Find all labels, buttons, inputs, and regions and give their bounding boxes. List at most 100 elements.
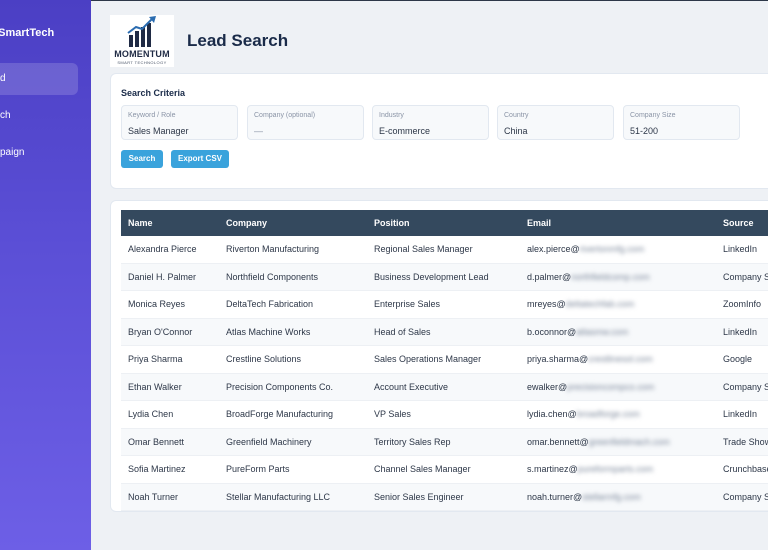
- cell-source: LinkedIn: [716, 318, 768, 346]
- cell-name: Lydia Chen: [121, 400, 219, 429]
- cell-company: BroadForge Manufacturing: [219, 400, 367, 429]
- cell-position: VP Sales: [367, 400, 520, 429]
- cell-name: Bryan O'Connor: [121, 318, 219, 346]
- email-user: omar.bennett@: [527, 436, 589, 447]
- sidebar-item-dashboard[interactable]: d: [0, 63, 78, 95]
- company-logo: MOMENTUM SMART TECHNOLOGY: [110, 15, 174, 67]
- cell-source: Trade Show: [716, 428, 768, 456]
- field-label: Keyword / Role: [128, 112, 176, 119]
- sidebar-item-lead-search[interactable]: ch: [0, 100, 78, 132]
- table-row[interactable]: Sofia Martinez PureForm Parts Channel Sale…: [121, 455, 768, 484]
- top-border: [91, 0, 768, 1]
- cell-position: Regional Sales Manager: [367, 236, 520, 264]
- cell-position: Senior Sales Engineer: [367, 483, 520, 511]
- cell-source: ZoomInfo: [716, 290, 768, 319]
- cell-name: Noah Turner: [121, 483, 219, 511]
- logo-wordmark: MOMENTUM: [114, 49, 170, 59]
- cell-name: Ethan Walker: [121, 373, 219, 401]
- logo-tagline: SMART TECHNOLOGY: [117, 60, 167, 65]
- search-criteria-title: Search Criteria: [121, 88, 186, 98]
- cell-company: Stellar Manufacturing LLC: [219, 483, 367, 511]
- cell-email: lydia.chen@broadforge.com: [520, 400, 716, 429]
- table-row[interactable]: Daniel H. Palmer Northfield Components Bus…: [121, 263, 768, 291]
- cell-source: LinkedIn: [716, 400, 768, 429]
- cell-source: Crunchbase: [716, 455, 768, 484]
- cell-position: Enterprise Sales: [367, 290, 520, 319]
- leads-table: Name Company Position Email Source Alexa…: [121, 210, 768, 511]
- column-header-position[interactable]: Position: [367, 210, 520, 236]
- cell-source: Company S: [716, 263, 768, 291]
- main-content: MOMENTUM SMART TECHNOLOGY Lead Search Se…: [91, 0, 768, 550]
- cell-company: Northfield Components: [219, 263, 367, 291]
- field-value: —: [254, 126, 263, 136]
- cell-name: Priya Sharma: [121, 345, 219, 374]
- cell-email: s.martinez@pureformparts.com: [520, 455, 716, 484]
- email-user: alex.pierce@: [527, 244, 580, 255]
- column-header-name[interactable]: Name: [121, 210, 219, 236]
- cell-email: mreyes@deltatechfab.com: [520, 290, 716, 319]
- cell-company: Riverton Manufacturing: [219, 236, 367, 264]
- email-user: s.martinez@: [527, 464, 578, 475]
- column-header-email[interactable]: Email: [520, 210, 716, 236]
- search-criteria-card: Search Criteria Keyword / Role Sales Man…: [110, 73, 768, 189]
- email-domain-blurred: greenfieldmach.com: [588, 436, 670, 447]
- email-domain-blurred: pureformparts.com: [577, 464, 654, 475]
- email-domain-blurred: northfieldcomp.com: [571, 271, 650, 282]
- results-card: Name Company Position Email Source Alexa…: [110, 200, 768, 512]
- email-domain-blurred: broadforge.com: [576, 409, 640, 420]
- cell-email: d.palmer@northfieldcomp.com: [520, 263, 716, 291]
- field-label: Country: [504, 112, 529, 119]
- cell-name: Daniel H. Palmer: [121, 263, 219, 291]
- cell-name: Omar Bennett: [121, 428, 219, 456]
- table-row[interactable]: Omar Bennett Greenfield Machinery Territor…: [121, 428, 768, 456]
- field-label: Industry: [379, 112, 404, 119]
- cell-source: Company S: [716, 483, 768, 511]
- keyword-role-field[interactable]: Keyword / Role Sales Manager: [121, 105, 238, 140]
- column-header-company[interactable]: Company: [219, 210, 367, 236]
- cell-company: PureForm Parts: [219, 455, 367, 484]
- cell-email: ewalker@precisioncompco.com: [520, 373, 716, 401]
- cell-position: Sales Operations Manager: [367, 345, 520, 374]
- cell-company: Crestline Solutions: [219, 345, 367, 374]
- table-row[interactable]: Bryan O'Connor Atlas Machine Works Head of…: [121, 318, 768, 346]
- cell-source: LinkedIn: [716, 236, 768, 264]
- email-domain-blurred: rivertonmfg.com: [579, 244, 645, 255]
- page-title: Lead Search: [187, 31, 289, 50]
- table-header-row: Name Company Position Email Source: [121, 210, 768, 236]
- field-label: Company (optional): [254, 112, 316, 119]
- cell-name: Monica Reyes: [121, 290, 219, 319]
- table-row[interactable]: Alexandra Pierce Riverton Manufacturing Re…: [121, 236, 768, 264]
- industry-field[interactable]: Industry E-commerce: [372, 105, 489, 140]
- export-csv-button[interactable]: Export CSV: [171, 150, 229, 168]
- cell-name: Alexandra Pierce: [121, 236, 219, 264]
- search-button[interactable]: Search: [121, 150, 163, 168]
- country-field[interactable]: Country China: [497, 105, 614, 140]
- table-row[interactable]: Monica Reyes DeltaTech Fabrication Enterpr…: [121, 290, 768, 319]
- table-row[interactable]: Ethan Walker Precision Components Co. Acco…: [121, 373, 768, 401]
- cell-company: Atlas Machine Works: [219, 318, 367, 346]
- email-domain-blurred: deltatechfab.com: [565, 299, 635, 310]
- email-domain-blurred: crestlinesol.com: [588, 354, 653, 365]
- cell-email: noah.turner@stellarmfg.com: [520, 483, 716, 511]
- sidebar-item-campaign[interactable]: paign: [0, 137, 78, 169]
- cell-source: Google: [716, 345, 768, 374]
- cell-email: priya.sharma@crestlinesol.com: [520, 345, 716, 374]
- email-domain-blurred: precisioncompco.com: [567, 381, 655, 392]
- email-user: priya.sharma@: [527, 354, 589, 365]
- table-row[interactable]: Noah Turner Stellar Manufacturing LLC Seni…: [121, 483, 768, 511]
- cell-company: Greenfield Machinery: [219, 428, 367, 456]
- sidebar-brand: tumSmartTech: [0, 27, 55, 39]
- company-field[interactable]: Company (optional) —: [247, 105, 364, 140]
- cell-email: b.oconnor@atlasmw.com: [520, 318, 716, 346]
- email-user: mreyes@: [527, 299, 566, 310]
- field-value: Sales Manager: [128, 126, 189, 136]
- table-row[interactable]: Lydia Chen BroadForge Manufacturing VP Sal…: [121, 400, 768, 429]
- field-value: China: [504, 126, 528, 136]
- field-label: Company Size: [630, 112, 676, 119]
- table-row[interactable]: Priya Sharma Crestline Solutions Sales Ope…: [121, 345, 768, 374]
- company-size-field[interactable]: Company Size 51-200: [623, 105, 740, 140]
- cell-company: DeltaTech Fabrication: [219, 290, 367, 319]
- growth-chart-icon: [127, 16, 156, 47]
- column-header-source[interactable]: Source: [716, 210, 768, 236]
- email-user: ewalker@: [527, 381, 568, 392]
